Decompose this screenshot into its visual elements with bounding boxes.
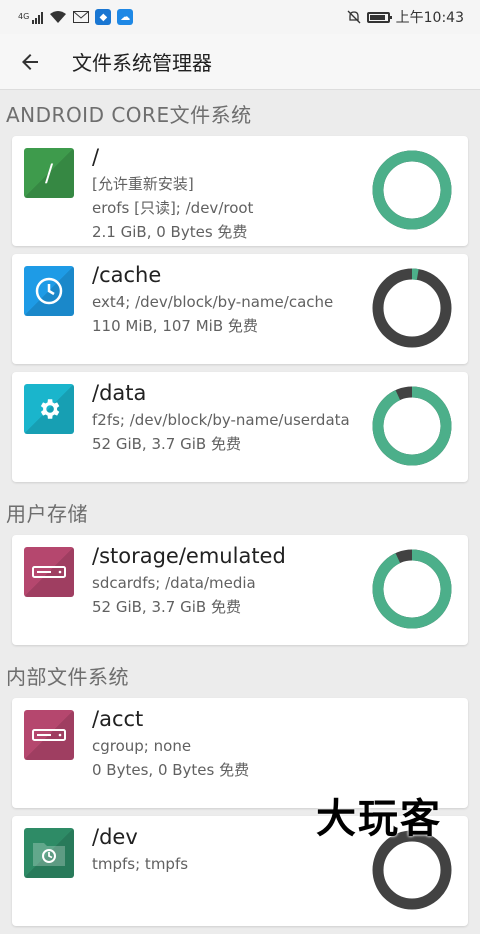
page-title: 文件系统管理器: [72, 51, 212, 75]
signal-icon: [32, 11, 44, 24]
mute-icon: [347, 10, 361, 24]
drive-icon: [24, 710, 74, 760]
section-header: ANDROID CORE文件系统: [6, 103, 252, 127]
fs-detail-line: 0 Bytes, 0 Bytes 免费: [92, 761, 250, 779]
app-bar: 文件系统管理器: [0, 34, 480, 90]
section-header: 内部文件系统: [6, 665, 129, 689]
shield-icon: ◆: [95, 9, 112, 25]
drive-icon: [24, 547, 74, 597]
cloud-icon: ☁: [117, 9, 134, 25]
fs-detail-line: ext4; /dev/block/by-name/cache: [92, 293, 334, 311]
fs-info: /data f2fs; /dev/block/by-name/userdata 5…: [92, 378, 360, 456]
network-type: 4G: [18, 12, 30, 21]
mail-icon: [73, 11, 90, 23]
clock-time: 上午10:43: [395, 10, 464, 26]
fs-info: /acct cgroup; none 0 Bytes, 0 Bytes 免费: [92, 704, 360, 782]
usage-ring: [372, 268, 452, 348]
fs-info: /storage/emulated sdcardfs; /data/media 5…: [92, 541, 360, 619]
fs-detail-line: sdcardfs; /data/media: [92, 574, 256, 592]
status-left: 4G ◆ ☁: [18, 9, 134, 25]
fs-detail-line: tmpfs; tmpfs: [92, 855, 189, 873]
fs-detail-line: 110 MiB, 107 MiB 免费: [92, 317, 258, 335]
mount-point: /cache: [92, 263, 162, 287]
mount-point: /acct: [92, 707, 144, 731]
watermark: 大玩客: [316, 796, 442, 842]
fs-detail-line: f2fs; /dev/block/by-name/userdata: [92, 411, 350, 429]
fs-detail-line: 52 GiB, 3.7 GiB 免费: [92, 435, 241, 453]
gear-icon: [24, 384, 74, 434]
fs-detail-line: erofs [只读]; /dev/root: [92, 199, 254, 217]
section-header: 用户存储: [6, 502, 88, 526]
slash-icon: /: [24, 148, 74, 198]
mount-point: /storage/emulated: [92, 544, 286, 568]
fs-detail-line: 2.1 GiB, 0 Bytes 免费: [92, 223, 248, 241]
filesystem-card[interactable]: / / [允许重新安装] erofs [只读]; /dev/root 2.1 GiB…: [12, 136, 468, 246]
fs-detail-line: [允许重新安装]: [92, 175, 194, 193]
status-bar: 4G ◆ ☁ 上午10:43: [0, 0, 480, 34]
usage-ring: [372, 386, 452, 466]
fs-info: / [允许重新安装] erofs [只读]; /dev/root 2.1 GiB, …: [92, 142, 360, 244]
wifi-icon: [50, 11, 67, 23]
fs-info: /cache ext4; /dev/block/by-name/cache 110…: [92, 260, 360, 338]
usage-ring: [372, 549, 452, 629]
fs-detail-line: cgroup; none: [92, 737, 192, 755]
mount-point: /data: [92, 381, 147, 405]
status-right: 上午10:43: [347, 7, 464, 27]
usage-ring: [372, 150, 452, 230]
filesystem-card[interactable]: /storage/emulated sdcardfs; /data/media 5…: [12, 535, 468, 645]
filesystem-card[interactable]: /cache ext4; /dev/block/by-name/cache 110…: [12, 254, 468, 364]
filesystem-card[interactable]: /data f2fs; /dev/block/by-name/userdata 5…: [12, 372, 468, 482]
folder-clock-icon: [24, 828, 74, 878]
clock-icon: [24, 266, 74, 316]
back-button[interactable]: [6, 38, 54, 86]
battery-icon: [366, 11, 392, 23]
arrow-left-icon: [22, 53, 38, 70]
mount-point: /: [92, 145, 100, 169]
fs-detail-line: 52 GiB, 3.7 GiB 免费: [92, 598, 241, 616]
